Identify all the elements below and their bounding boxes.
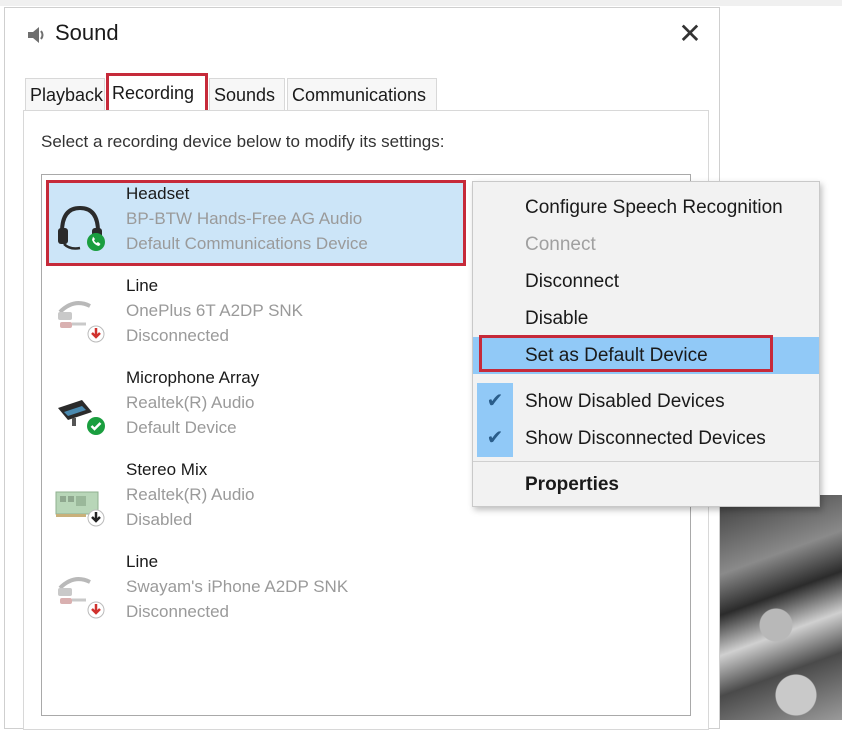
- headset-icon: [58, 205, 105, 251]
- line-in-icon: [58, 577, 105, 619]
- menu-item-configure-speech-recognition[interactable]: Configure Speech Recognition: [473, 189, 819, 226]
- menu-item-disable[interactable]: Disable: [473, 300, 819, 337]
- microphone-icon: [58, 400, 105, 435]
- menu-item-show-disconnected-devices[interactable]: ✔ Show Disconnected Devices: [473, 420, 819, 457]
- device-item-line-iphone[interactable]: Line Swayam's iPhone A2DP SNK Disconnect…: [46, 548, 466, 634]
- tab-sounds[interactable]: Sounds: [209, 78, 285, 110]
- device-description: Realtek(R) Audio: [126, 393, 255, 412]
- device-status: Disconnected: [126, 602, 230, 621]
- device-name: Line: [126, 276, 159, 295]
- device-status: Default Communications Device: [126, 234, 368, 253]
- close-icon: ✕: [678, 17, 702, 49]
- device-name: Microphone Array: [126, 368, 260, 387]
- checkmark-icon: ✔: [477, 420, 513, 457]
- device-item-line-oneplus[interactable]: Line OnePlus 6T A2DP SNK Disconnected: [46, 272, 466, 358]
- menu-separator: [473, 461, 819, 462]
- checkmark-icon: ✔: [477, 383, 513, 420]
- background-edge: [0, 0, 842, 6]
- window-title: Sound: [55, 20, 119, 45]
- device-name: Stereo Mix: [126, 460, 208, 479]
- speaker-icon: [28, 27, 44, 43]
- device-description: Swayam's iPhone A2DP SNK: [126, 577, 349, 596]
- tab-communications[interactable]: Communications: [287, 78, 437, 110]
- device-item-stereo-mix[interactable]: Stereo Mix Realtek(R) Audio Disabled: [46, 456, 466, 542]
- phone-badge-icon: [87, 233, 105, 251]
- device-name: Line: [126, 552, 159, 571]
- menu-item-show-disabled-devices[interactable]: ✔ Show Disabled Devices: [473, 383, 819, 420]
- device-description: BP-BTW Hands-Free AG Audio: [126, 209, 363, 228]
- line-in-icon: [58, 301, 105, 343]
- device-name: Headset: [126, 184, 190, 203]
- device-item-microphone-array[interactable]: Microphone Array Realtek(R) Audio Defaul…: [46, 364, 466, 450]
- device-status: Disconnected: [126, 326, 230, 345]
- tab-recording[interactable]: Recording: [106, 73, 208, 113]
- device-description: OnePlus 6T A2DP SNK: [126, 301, 304, 320]
- menu-item-properties[interactable]: Properties: [473, 466, 819, 503]
- menu-item-connect: Connect: [525, 234, 596, 255]
- menu-item-disconnect[interactable]: Disconnect: [473, 263, 819, 300]
- soundcard-icon: [55, 491, 105, 527]
- tab-playback[interactable]: Playback: [25, 78, 105, 110]
- menu-item-label: Set as Default Device: [525, 345, 708, 366]
- device-description: Realtek(R) Audio: [126, 485, 255, 504]
- menu-item-label: Show Disconnected Devices: [525, 428, 766, 449]
- menu-item-set-as-default-device[interactable]: Set as Default Device: [473, 335, 819, 374]
- device-context-menu: Configure Speech Recognition Connect Dis…: [472, 181, 820, 507]
- menu-item-label: Show Disabled Devices: [525, 391, 725, 412]
- close-button[interactable]: ✕: [675, 17, 705, 49]
- device-item-headset[interactable]: Headset BP-BTW Hands-Free AG Audio Defau…: [46, 180, 466, 266]
- device-status: Disabled: [126, 510, 193, 529]
- device-status: Default Device: [126, 418, 237, 437]
- title-bar: Sound ✕: [5, 8, 719, 64]
- background-photo: [716, 495, 842, 720]
- instructions-text: Select a recording device below to modif…: [41, 132, 445, 151]
